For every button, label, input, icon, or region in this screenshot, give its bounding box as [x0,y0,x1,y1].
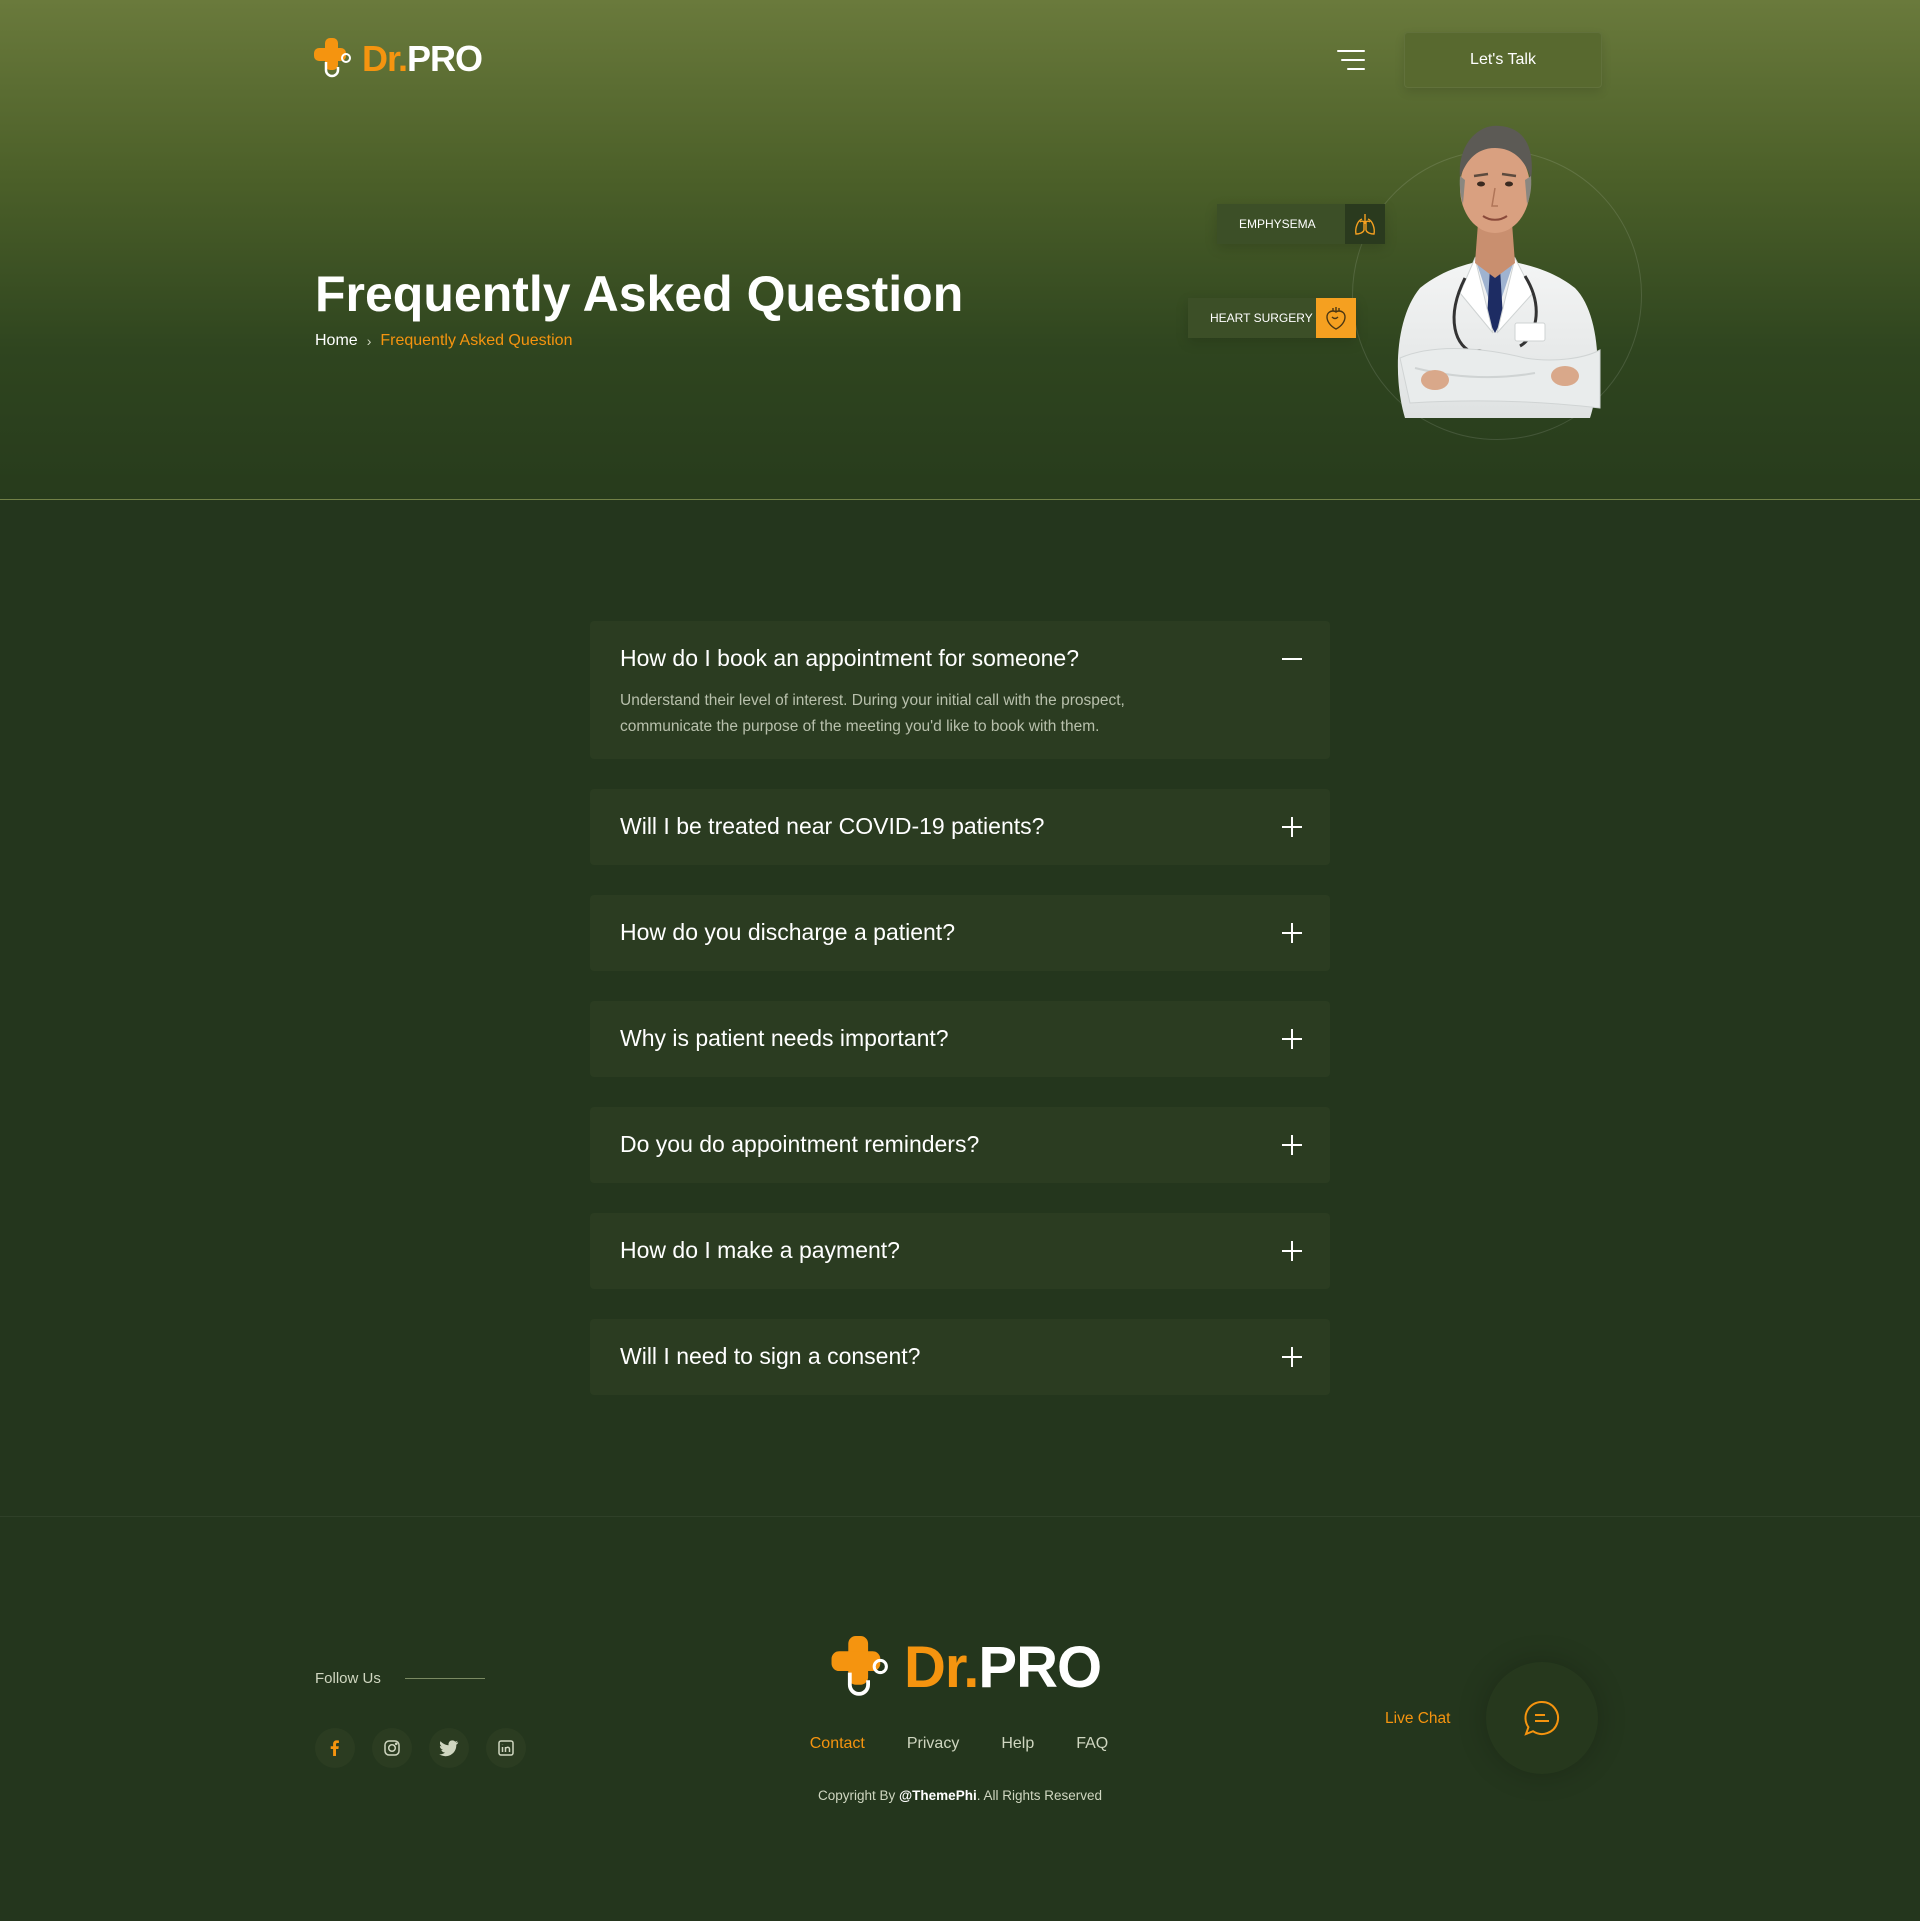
minus-icon[interactable] [1282,649,1302,669]
footer-nav: Contact Privacy Help FAQ [0,1735,1920,1753]
faq-question[interactable]: How do I book an appointment for someone… [620,645,1079,672]
lets-talk-button[interactable]: Let's Talk [1404,32,1602,88]
faq-item[interactable]: Do you do appointment reminders? [590,1107,1330,1183]
chat-bubble-icon [1524,1700,1559,1736]
logo-text-dot: . [963,1635,979,1700]
tag-heart-surgery: HEART SURGERY [1188,298,1356,338]
footer-logo[interactable]: Dr.PRO [830,1635,1102,1700]
copyright-brand[interactable]: @ThemePhi [899,1788,977,1803]
faq-question[interactable]: How do I make a payment? [620,1237,900,1264]
breadcrumb-home-link[interactable]: Home [315,332,358,350]
footer-link-privacy[interactable]: Privacy [907,1735,959,1753]
logo-text-dr: Dr [362,38,399,79]
breadcrumb: Home › Frequently Asked Question [315,332,572,350]
heart-icon [1316,298,1356,338]
footer-divider [0,1516,1920,1517]
logo-icon [314,38,351,78]
faq-answer: Understand their level of interest. Duri… [620,692,1125,735]
plus-icon[interactable] [1282,923,1302,943]
follow-us: Follow Us [315,1670,485,1687]
breadcrumb-current: Frequently Asked Question [380,332,573,349]
copyright-suffix: . All Rights Reserved [976,1788,1103,1803]
tag-emphysema: EMPHYSEMA [1217,204,1385,244]
footer-link-help[interactable]: Help [1001,1735,1034,1753]
doctor-portrait [1397,125,1601,418]
logo-text-dot: . [398,38,408,79]
plus-icon[interactable] [1282,1241,1302,1261]
live-chat-button[interactable] [1486,1662,1598,1774]
plus-icon[interactable] [1282,817,1302,837]
tag-heart-surgery-label: HEART SURGERY [1210,311,1313,325]
copyright-prefix: Copyright By [817,1788,900,1803]
logo-text-dr: Dr [904,1635,964,1700]
logo-text-pro: PRO [978,1635,1102,1700]
faq-item[interactable]: How do I make a payment? [590,1213,1330,1289]
page-title: Frequently Asked Question [315,266,964,322]
follow-us-line [404,1678,485,1679]
logo-text-pro: PRO [407,38,483,79]
live-chat-label[interactable]: Live Chat [1385,1710,1450,1728]
logo-icon [831,1636,888,1696]
faq-item[interactable]: How do you discharge a patient? [590,895,1330,971]
faq-item[interactable]: Why is patient needs important? [590,1001,1330,1077]
copyright: Copyright By @ThemePhi. All Rights Reser… [0,1788,1920,1803]
plus-icon[interactable] [1282,1135,1302,1155]
plus-icon[interactable] [1282,1029,1302,1049]
faq-question[interactable]: Will I be treated near COVID-19 patients… [620,813,1044,840]
faq-question[interactable]: Why is patient needs important? [620,1025,949,1052]
breadcrumb-separator: › [366,333,372,349]
follow-us-label: Follow Us [315,1670,381,1687]
tag-emphysema-label: EMPHYSEMA [1239,217,1316,231]
footer-link-contact[interactable]: Contact [810,1735,865,1753]
plus-icon[interactable] [1282,1347,1302,1367]
footer-link-faq[interactable]: FAQ [1076,1735,1108,1753]
faq-accordion: How do I book an appointment for someone… [590,621,1330,1425]
faq-question[interactable]: Will I need to sign a consent? [620,1343,920,1370]
faq-item[interactable]: Will I need to sign a consent? [590,1319,1330,1395]
hero-section: Dr.PRO Let's Talk Frequently Asked Quest… [0,0,1920,500]
hamburger-menu-icon[interactable] [1331,46,1365,74]
faq-item[interactable]: Will I be treated near COVID-19 patients… [590,789,1330,865]
faq-item[interactable]: How do I book an appointment for someone… [590,621,1330,759]
faq-question[interactable]: Do you do appointment reminders? [620,1131,979,1158]
header-logo[interactable]: Dr.PRO [314,38,483,80]
faq-question[interactable]: How do you discharge a patient? [620,919,955,946]
